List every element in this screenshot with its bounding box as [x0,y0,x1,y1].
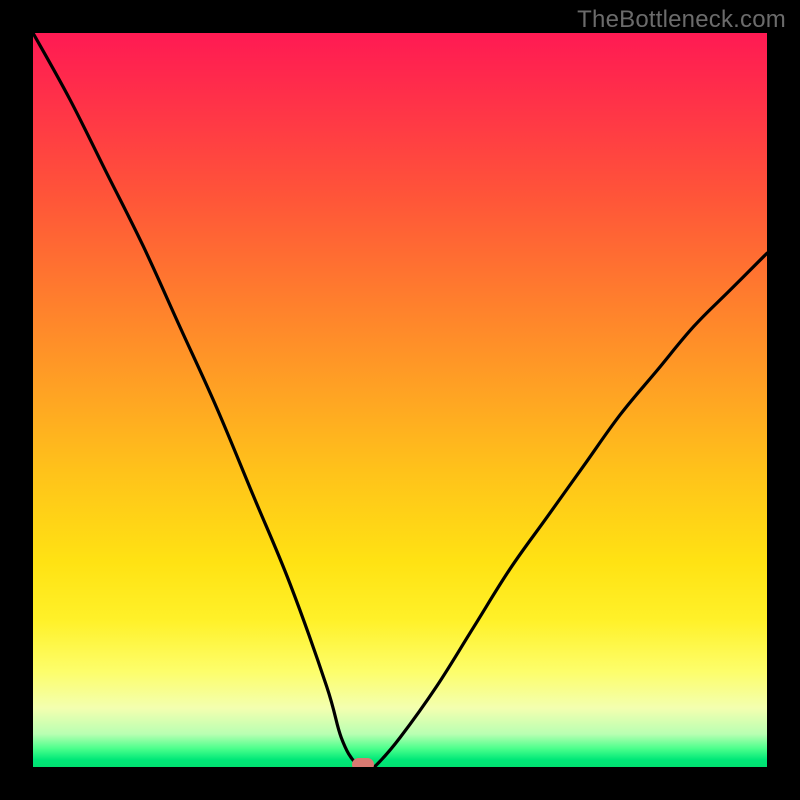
minimum-marker [352,758,374,767]
plot-area [33,33,767,767]
curve-svg [33,33,767,767]
chart-frame: TheBottleneck.com [0,0,800,800]
bottleneck-curve [33,33,767,767]
watermark-text: TheBottleneck.com [577,6,786,34]
